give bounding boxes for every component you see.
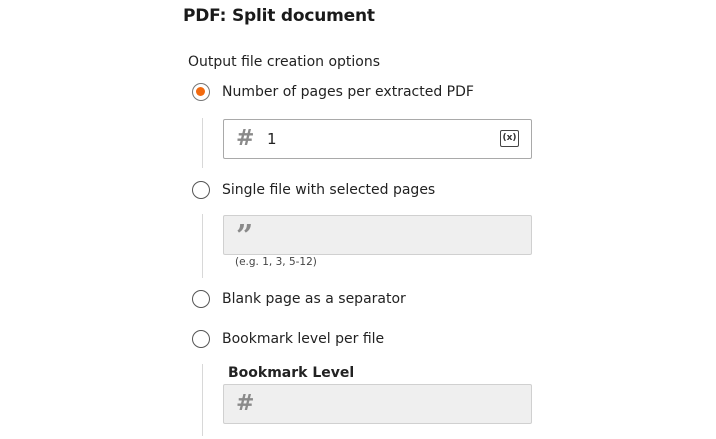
radio-bookmark-level[interactable] bbox=[192, 330, 210, 348]
page-title: PDF: Split document bbox=[183, 6, 375, 26]
option-label: Single file with selected pages bbox=[222, 182, 436, 198]
radio-pages-per-pdf[interactable] bbox=[192, 83, 210, 101]
option-pages-per-pdf[interactable]: Number of pages per extracted PDF bbox=[192, 83, 474, 101]
indent-line bbox=[202, 118, 203, 168]
pages-per-pdf-input[interactable]: # 1 (x) bbox=[223, 119, 532, 159]
option-label: Bookmark level per file bbox=[222, 331, 385, 347]
option-label: Number of pages per extracted PDF bbox=[222, 84, 474, 100]
section-label: Output file creation options bbox=[188, 54, 381, 70]
indent-line bbox=[202, 364, 203, 436]
radio-single-file[interactable] bbox=[192, 181, 210, 199]
split-document-panel: PDF: Split document Output file creation… bbox=[0, 0, 716, 439]
option-blank-page[interactable]: Blank page as a separator bbox=[192, 290, 406, 308]
option-bookmark-level[interactable]: Bookmark level per file bbox=[192, 330, 384, 348]
radio-blank-page[interactable] bbox=[192, 290, 210, 308]
variable-icon[interactable]: (x) bbox=[500, 130, 519, 147]
hash-icon: # bbox=[236, 391, 255, 416]
indent-line bbox=[202, 214, 203, 278]
selected-pages-input[interactable]: ” bbox=[223, 215, 532, 255]
selected-pages-hint: (e.g. 1, 3, 5-12) bbox=[235, 256, 317, 268]
option-single-file[interactable]: Single file with selected pages bbox=[192, 181, 435, 199]
pages-per-pdf-value: 1 bbox=[267, 130, 277, 148]
bookmark-level-label: Bookmark Level bbox=[228, 365, 355, 381]
quote-icon: ” bbox=[236, 219, 254, 254]
option-label: Blank page as a separator bbox=[222, 291, 406, 307]
bookmark-level-input[interactable]: # bbox=[223, 384, 532, 424]
hash-icon: # bbox=[236, 126, 255, 151]
